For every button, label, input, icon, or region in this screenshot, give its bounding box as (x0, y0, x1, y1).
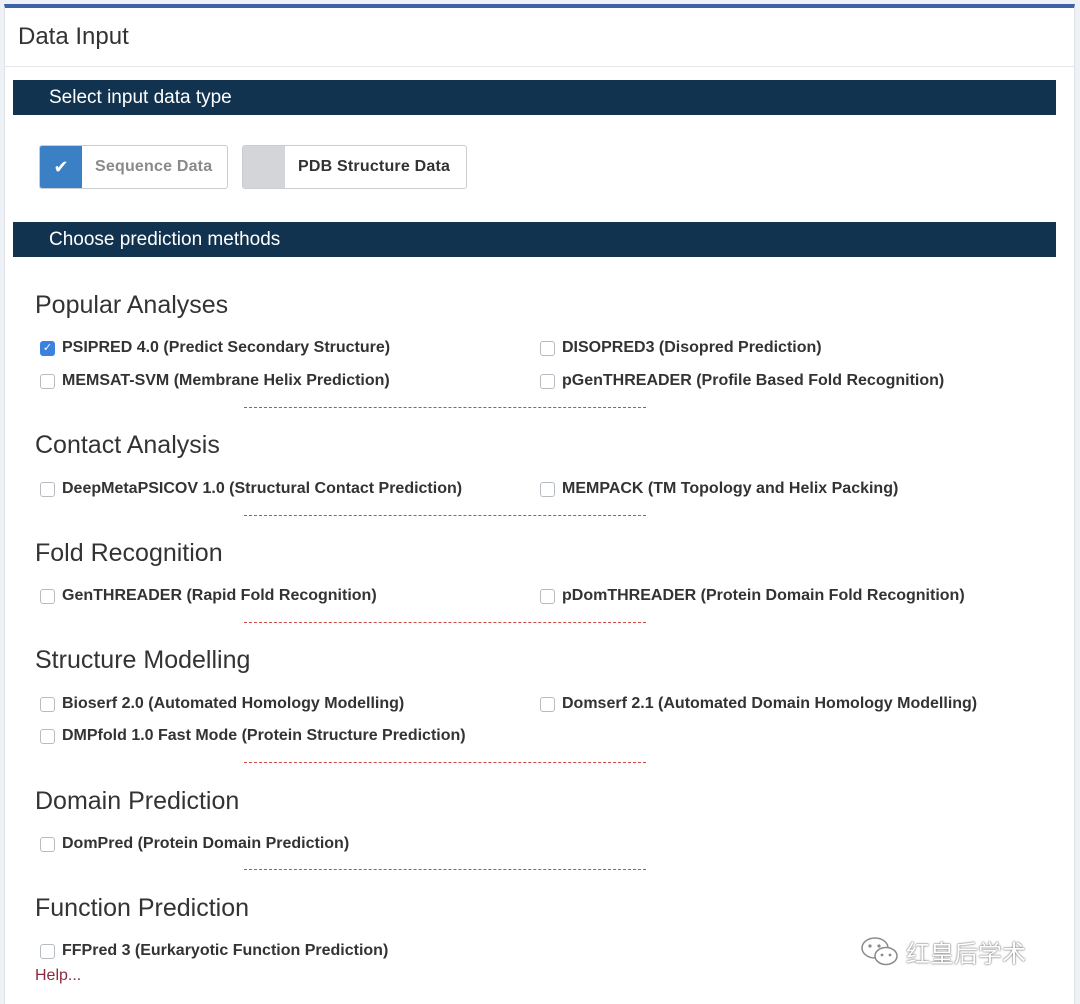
watermark: 红皇后学术 (860, 934, 1026, 969)
option-label: MEMSAT-SVM (Membrane Helix Prediction) (62, 372, 390, 389)
option-label: DeepMetaPSICOV 1.0 (Structural Contact P… (62, 480, 463, 497)
option-label: GenTHREADER (Rapid Fold Recognition) (62, 587, 377, 604)
checkbox-icon[interactable] (540, 373, 555, 389)
option-disopred[interactable]: DISOPRED3 (Disopred Prediction) (540, 339, 822, 357)
choose-methods-bar: Choose prediction methods (13, 222, 1056, 257)
option-label: DMPfold 1.0 Fast Mode (Protein Structure… (62, 727, 466, 744)
toggle-off-indicator (243, 146, 285, 188)
section-divider (244, 515, 646, 516)
checkbox-icon[interactable] (40, 588, 55, 604)
option-label: MEMPACK (TM Topology and Helix Packing) (562, 480, 899, 497)
option-label: DISOPRED3 (Disopred Prediction) (562, 339, 822, 356)
group-title-function-prediction: Function Prediction (35, 894, 250, 922)
pdb-structure-data-label: PDB Structure Data (298, 158, 451, 175)
group-title-contact-analysis: Contact Analysis (35, 431, 220, 459)
option-genthreader[interactable]: GenTHREADER (Rapid Fold Recognition) (40, 587, 377, 605)
sequence-data-label: Sequence Data (95, 158, 213, 175)
wechat-icon (861, 936, 898, 965)
option-label: FFPred 3 (Eurkaryotic Function Predictio… (62, 942, 389, 959)
checkbox-icon[interactable] (40, 943, 55, 959)
section-divider (244, 762, 646, 763)
group-title-structure-modelling: Structure Modelling (35, 646, 251, 674)
group-title-fold-recognition: Fold Recognition (35, 539, 223, 567)
option-dompred[interactable]: DomPred (Protein Domain Prediction) (40, 835, 349, 853)
help-link[interactable]: Help... (35, 967, 81, 985)
option-psipred[interactable]: ✓ PSIPRED 4.0 (Predict Secondary Structu… (40, 339, 390, 357)
option-mempack[interactable]: MEMPACK (TM Topology and Helix Packing) (540, 480, 898, 498)
checkbox-icon[interactable] (540, 696, 555, 712)
checkbox-icon[interactable] (40, 481, 55, 497)
section-divider (244, 407, 646, 408)
checkbox-icon[interactable] (540, 588, 555, 604)
option-pdomthreader[interactable]: pDomTHREADER (Protein Domain Fold Recogn… (540, 587, 965, 605)
sequence-data-toggle[interactable]: ✔ Sequence Data (39, 145, 228, 189)
checkbox-icon[interactable] (540, 481, 555, 497)
checkbox-icon[interactable] (40, 836, 55, 852)
section-divider (244, 622, 646, 623)
checkbox-icon[interactable] (40, 696, 55, 712)
checkbox-icon[interactable] (40, 728, 55, 744)
watermark-text: 红皇后学术 (906, 941, 1026, 968)
option-label: pGenTHREADER (Profile Based Fold Recogni… (562, 372, 945, 389)
option-label: Domserf 2.1 (Automated Domain Homology M… (562, 695, 978, 712)
option-label: PSIPRED 4.0 (Predict Secondary Structure… (62, 339, 391, 356)
option-bioserf[interactable]: Bioserf 2.0 (Automated Homology Modellin… (40, 695, 404, 713)
option-dmpfold[interactable]: DMPfold 1.0 Fast Mode (Protein Structure… (40, 727, 466, 745)
panel-title: Data Input (5, 8, 1074, 67)
select-input-type-bar: Select input data type (13, 80, 1056, 115)
option-label: Bioserf 2.0 (Automated Homology Modellin… (62, 695, 405, 712)
checkbox-checked-icon[interactable]: ✓ (40, 340, 55, 356)
pdb-structure-data-toggle[interactable]: PDB Structure Data (242, 145, 467, 189)
option-domserf[interactable]: Domserf 2.1 (Automated Domain Homology M… (540, 695, 977, 713)
section-divider (244, 869, 646, 870)
option-ffpred[interactable]: FFPred 3 (Eurkaryotic Function Predictio… (40, 942, 388, 960)
option-label: pDomTHREADER (Protein Domain Fold Recogn… (562, 587, 965, 604)
option-pgenthreader[interactable]: pGenTHREADER (Profile Based Fold Recogni… (540, 372, 944, 390)
group-title-domain-prediction: Domain Prediction (35, 787, 240, 815)
option-label: DomPred (Protein Domain Prediction) (62, 835, 350, 852)
checkbox-icon[interactable] (40, 373, 55, 389)
group-title-popular-analyses: Popular Analyses (35, 291, 229, 319)
option-deepmetapsicov[interactable]: DeepMetaPSICOV 1.0 (Structural Contact P… (40, 480, 462, 498)
check-icon: ✔ (40, 146, 82, 188)
option-memsat-svm[interactable]: MEMSAT-SVM (Membrane Helix Prediction) (40, 372, 390, 390)
checkbox-icon[interactable] (540, 340, 555, 356)
